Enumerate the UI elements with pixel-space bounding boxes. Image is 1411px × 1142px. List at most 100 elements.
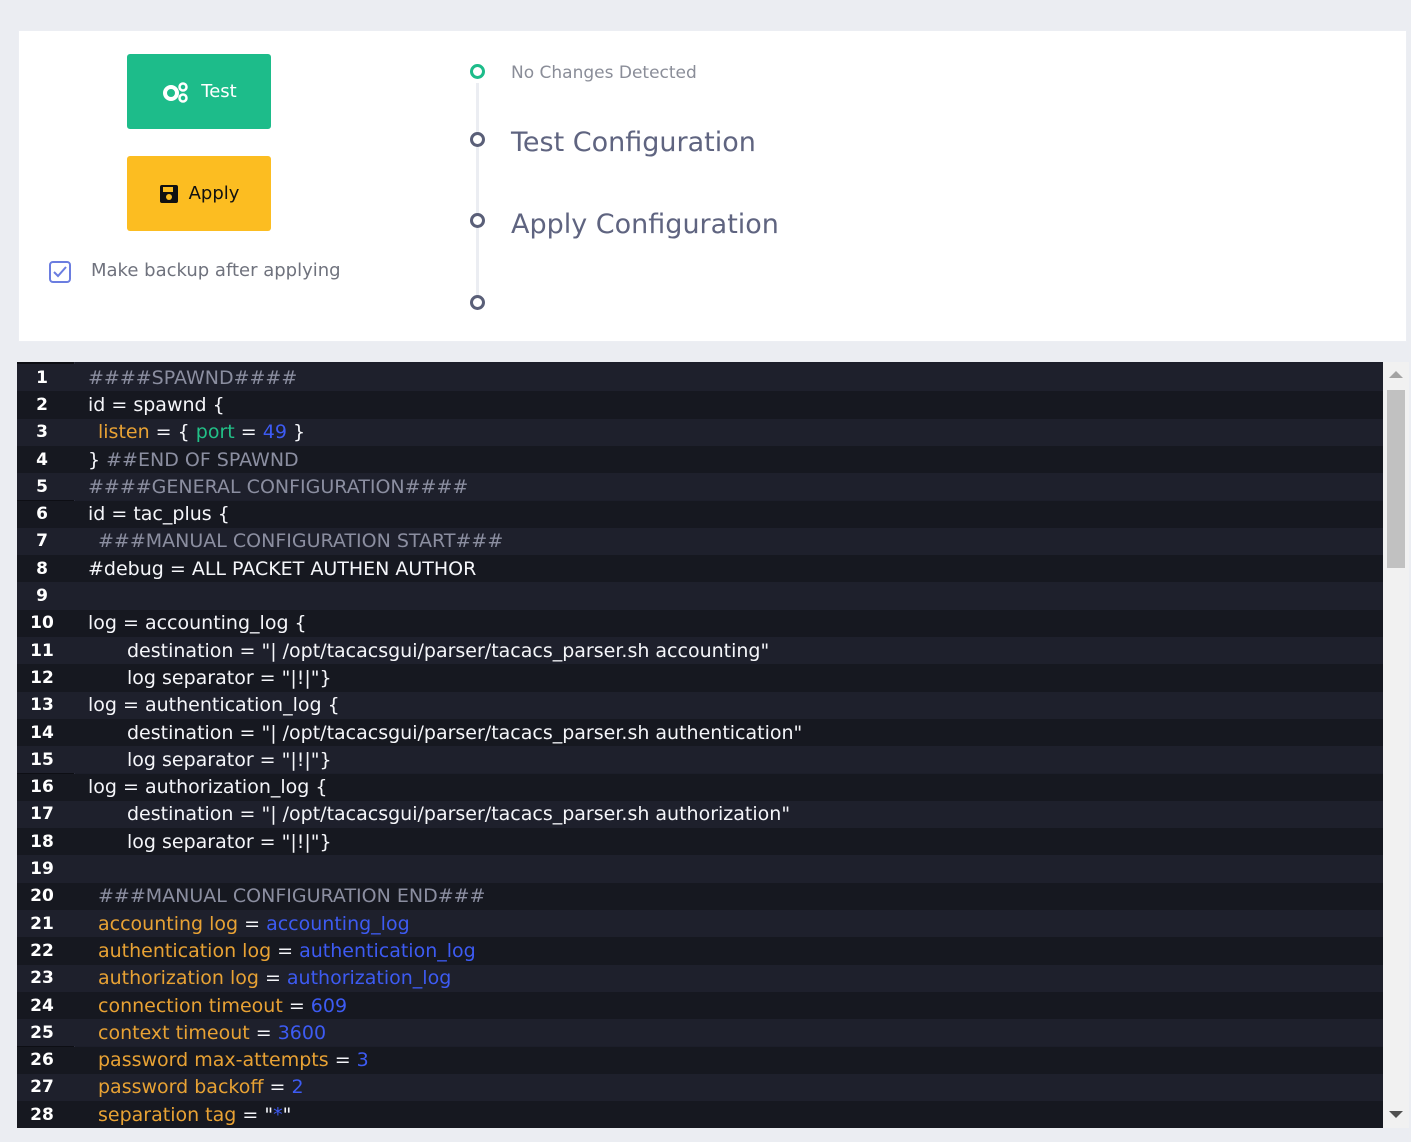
line-number: 2 <box>36 394 48 415</box>
line-number: 13 <box>30 695 54 716</box>
code-line[interactable]: 21 accounting log = accounting_log <box>17 910 1383 938</box>
code-lines[interactable]: 1 ####SPAWND#### 2 id = spawnd {3 listen = {… <box>17 362 1383 1128</box>
line-number: 14 <box>30 722 54 743</box>
code-text: id = tac_plus { <box>88 503 230 526</box>
line-number: 9 <box>36 586 48 607</box>
code-text: destination = "| /opt/tacacsgui/parser/t… <box>127 721 803 744</box>
config-action-panel: Test Apply Make backup after applying No… <box>18 30 1407 342</box>
timeline-step-test: Test Configuration <box>511 127 756 158</box>
timeline-test-dot <box>470 132 485 147</box>
code-text: ###MANUAL CONFIGURATION END### <box>98 885 486 908</box>
code-line[interactable]: 17 destination = "| /opt/tacacsgui/parser… <box>17 800 1383 829</box>
line-number: 4 <box>36 449 48 470</box>
test-button[interactable]: Test <box>127 54 271 129</box>
code-text: listen = { port = 49 } <box>98 421 306 444</box>
editor-scrollbar[interactable] <box>1383 362 1409 1128</box>
code-line[interactable]: 27 password backoff = 2 <box>17 1073 1383 1102</box>
line-number: 25 <box>30 1022 54 1043</box>
code-text: log separator = "|!|"} <box>127 830 332 853</box>
code-text: log = authorization_log { <box>88 776 328 799</box>
code-line[interactable]: 10 log = accounting_log { <box>17 609 1383 637</box>
code-line[interactable]: 15 log separator = "|!|"} <box>17 746 1383 774</box>
code-line[interactable]: 4 } ##END OF SPAWND <box>17 445 1383 474</box>
line-number: 10 <box>30 613 54 634</box>
code-line[interactable]: 1 ####SPAWND#### <box>17 364 1383 392</box>
timeline-status: No Changes Detected <box>511 63 697 83</box>
code-text: authentication log = authentication_log <box>98 939 476 962</box>
scroll-down-arrow-icon[interactable] <box>1389 1111 1403 1118</box>
code-line[interactable]: 25 context timeout = 3600 <box>17 1019 1383 1047</box>
timeline-end-dot <box>470 295 485 310</box>
test-button-label: Test <box>201 81 237 102</box>
line-number: 15 <box>30 749 54 770</box>
code-text: ###MANUAL CONFIGURATION START### <box>98 530 504 553</box>
apply-button[interactable]: Apply <box>127 156 271 231</box>
scrollbar-thumb[interactable] <box>1387 390 1405 568</box>
code-line[interactable]: 9 <box>17 582 1383 610</box>
line-number: 16 <box>30 777 54 798</box>
code-text: log = accounting_log { <box>88 612 307 635</box>
config-code-editor[interactable]: 1 ####SPAWND#### 2 id = spawnd {3 listen = {… <box>17 362 1409 1128</box>
code-text: } ##END OF SPAWND <box>88 448 299 471</box>
backup-checkbox[interactable] <box>49 261 71 283</box>
code-text: ####SPAWND#### <box>88 366 298 389</box>
code-text: destination = "| /opt/tacacsgui/parser/t… <box>127 639 770 662</box>
scroll-up-arrow-icon[interactable] <box>1389 371 1403 378</box>
code-line[interactable]: 7 ###MANUAL CONFIGURATION START### <box>17 527 1383 556</box>
code-line[interactable]: 11 destination = "| /opt/tacacsgui/parser… <box>17 637 1383 665</box>
line-number: 19 <box>30 859 54 880</box>
code-text: connection timeout = 609 <box>98 994 348 1017</box>
line-number: 5 <box>36 476 48 497</box>
timeline-status-dot <box>470 64 485 79</box>
code-line[interactable]: 13 log = authentication_log { <box>17 691 1383 719</box>
code-text: destination = "| /opt/tacacsgui/parser/t… <box>127 803 791 826</box>
code-line[interactable]: 28 separation tag = "*" <box>17 1101 1383 1128</box>
code-line[interactable]: 19 <box>17 855 1383 883</box>
code-line[interactable]: 26 password max-attempts = 3 <box>17 1046 1383 1074</box>
line-number: 28 <box>30 1104 54 1125</box>
code-text: password backoff = 2 <box>98 1076 304 1099</box>
code-line[interactable]: 22 authentication log = authentication_lo… <box>17 937 1383 965</box>
apply-button-label: Apply <box>188 183 240 204</box>
code-text: #debug = ALL PACKET AUTHEN AUTHOR <box>88 557 477 580</box>
line-number: 18 <box>30 831 54 852</box>
code-line[interactable]: 23 authorization log = authorization_log <box>17 964 1383 992</box>
line-number: 7 <box>36 531 48 552</box>
gears-icon <box>163 81 189 103</box>
save-icon <box>159 184 178 203</box>
code-text: log = authentication_log { <box>88 694 340 717</box>
backup-checkbox-label: Make backup after applying <box>91 260 341 281</box>
line-number: 1 <box>36 367 48 388</box>
code-text: password max-attempts = 3 <box>98 1049 369 1072</box>
timeline-apply-dot <box>470 213 485 228</box>
code-line[interactable]: 18 log separator = "|!|"} <box>17 828 1383 856</box>
line-number: 8 <box>36 558 48 579</box>
line-number: 27 <box>30 1077 54 1098</box>
code-line[interactable]: 20 ###MANUAL CONFIGURATION END### <box>17 882 1383 910</box>
code-line[interactable]: 2 id = spawnd { <box>17 391 1383 419</box>
code-line[interactable]: 24 connection timeout = 609 <box>17 991 1383 1020</box>
line-number: 6 <box>36 504 48 525</box>
code-line[interactable]: 14 destination = "| /opt/tacacsgui/parser… <box>17 718 1383 747</box>
line-number: 21 <box>30 913 54 934</box>
line-number: 23 <box>30 968 54 989</box>
code-line[interactable]: 16 log = authorization_log { <box>17 773 1383 801</box>
code-text: accounting log = accounting_log <box>98 912 410 935</box>
line-number: 20 <box>30 886 54 907</box>
code-text: ####GENERAL CONFIGURATION#### <box>88 475 469 498</box>
line-number: 26 <box>30 1050 54 1071</box>
line-number: 11 <box>30 640 54 661</box>
code-text: separation tag = "*" <box>98 1103 292 1126</box>
code-line[interactable]: 12 log separator = "|!|"} <box>17 664 1383 692</box>
code-line[interactable]: 8 #debug = ALL PACKET AUTHEN AUTHOR <box>17 555 1383 583</box>
code-line[interactable]: 6 id = tac_plus { <box>17 500 1383 528</box>
code-line[interactable]: 5 ####GENERAL CONFIGURATION#### <box>17 473 1383 501</box>
timeline-step-apply: Apply Configuration <box>511 209 779 240</box>
line-number: 22 <box>30 940 54 961</box>
code-line[interactable]: 3 listen = { port = 49 } <box>17 418 1383 446</box>
code-text: log separator = "|!|"} <box>127 666 332 689</box>
check-icon <box>53 266 67 278</box>
code-text: context timeout = 3600 <box>98 1021 327 1044</box>
line-number: 12 <box>30 667 54 688</box>
timeline-track <box>476 83 479 308</box>
